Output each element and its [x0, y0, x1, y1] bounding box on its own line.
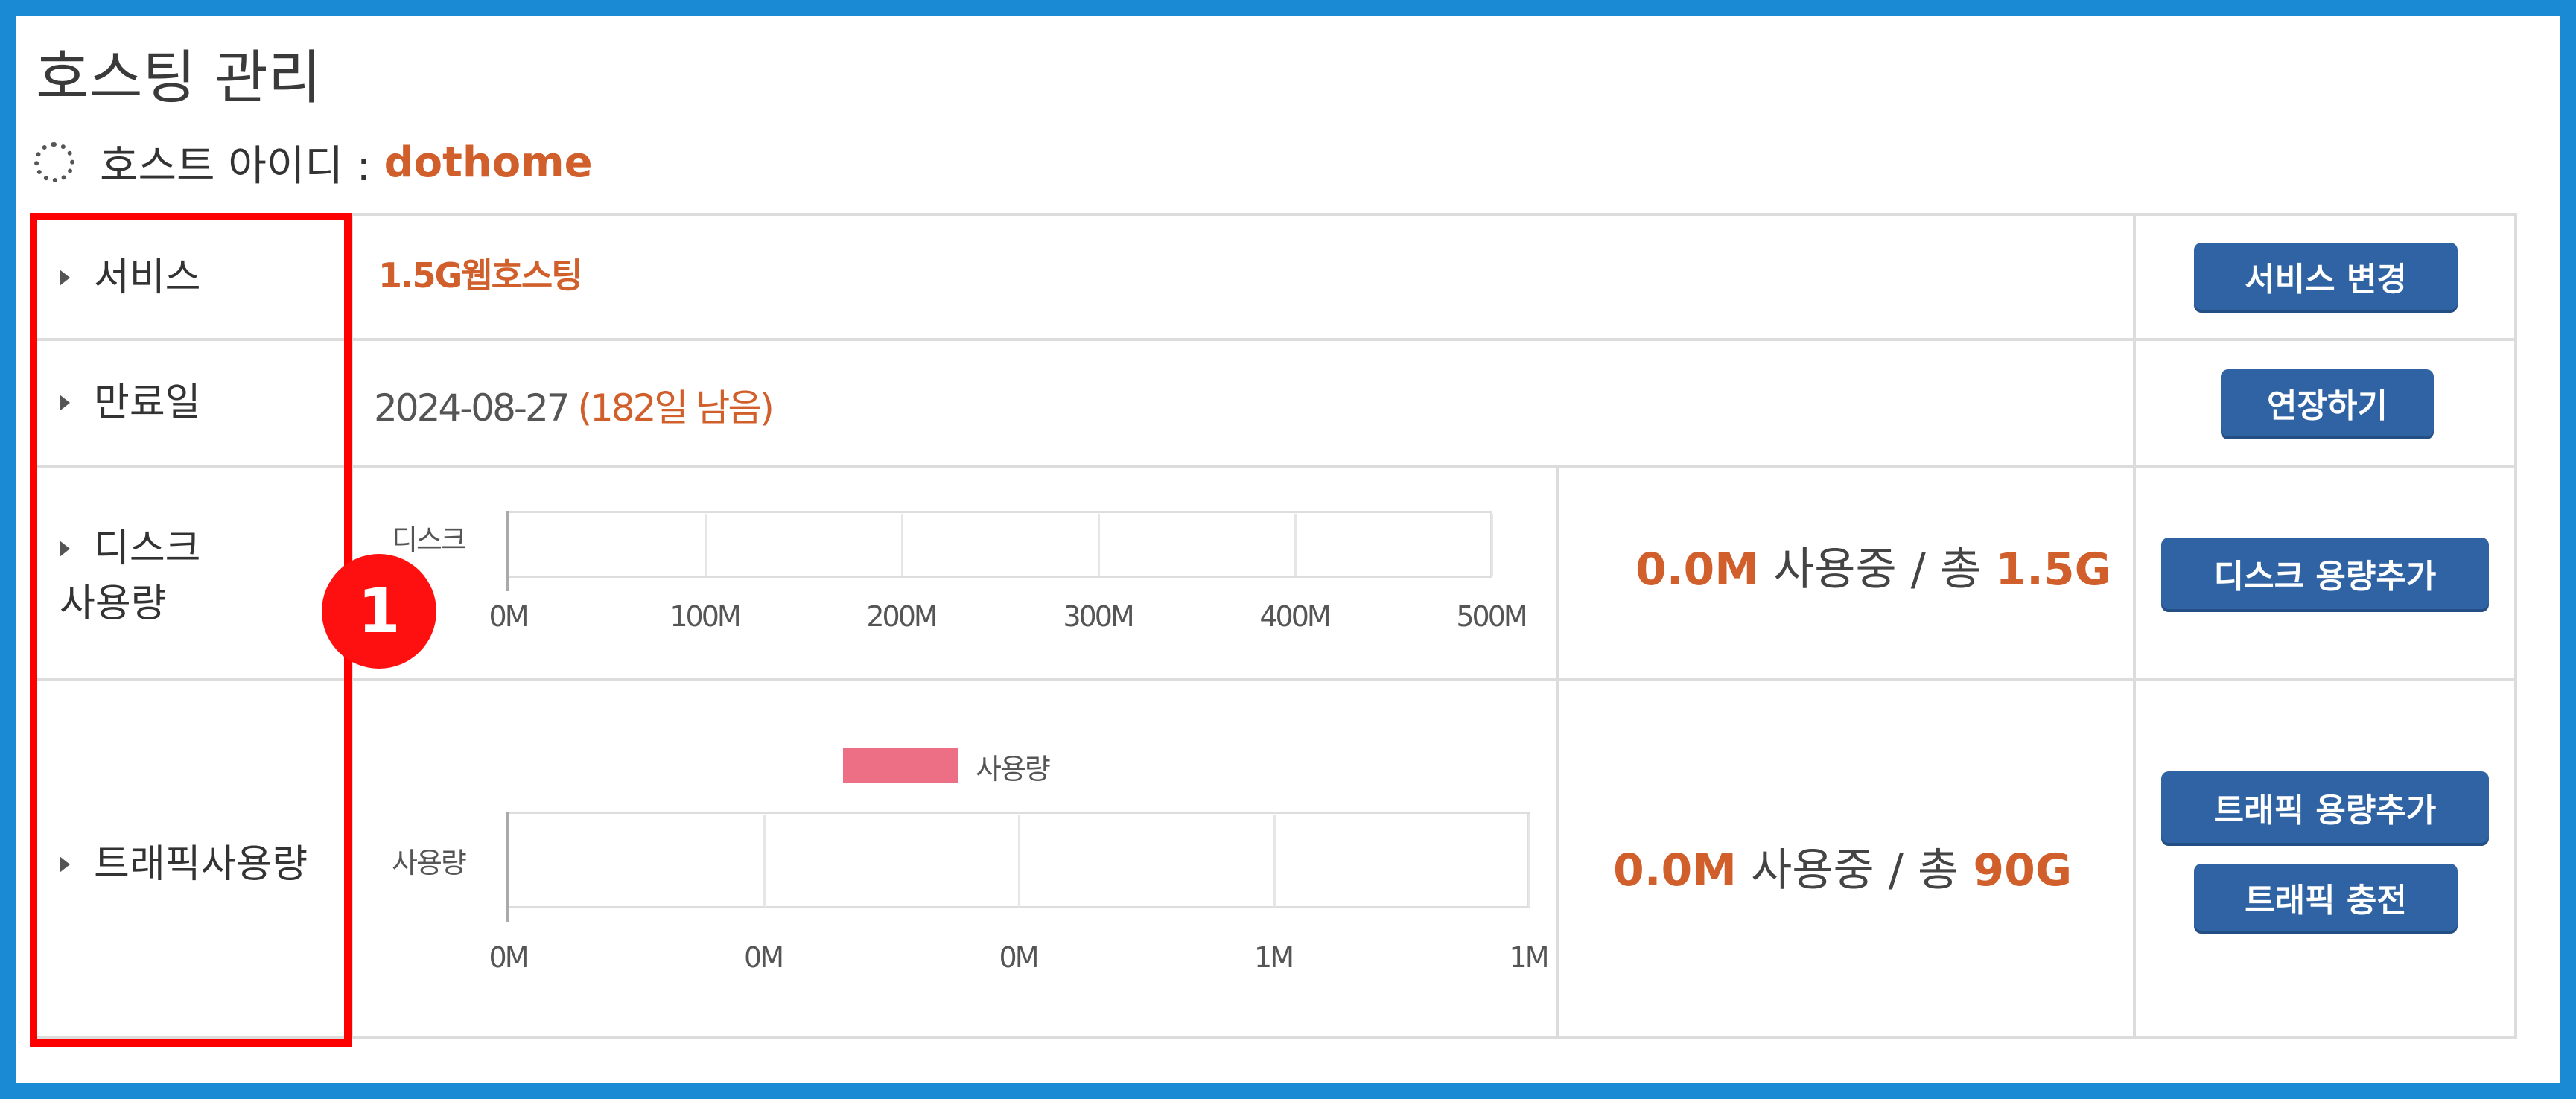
x-tick-label: 200M	[866, 600, 938, 633]
x-tick-label: 0M	[489, 941, 529, 974]
table-col-divider	[1556, 465, 1559, 1038]
charge-traffic-button[interactable]: 트래픽 충전	[2194, 864, 2458, 931]
add-disk-capacity-button[interactable]: 디스크 용량추가	[2161, 538, 2489, 609]
host-id-value: dothome	[384, 138, 593, 187]
expiry-date: 2024-08-27	[374, 386, 570, 430]
disk-total-value: 1.5G	[1995, 544, 2111, 596]
traffic-total-value: 90G	[1973, 844, 2073, 896]
page-title: 호스팅 관리	[36, 45, 322, 112]
x-tick-label: 500M	[1456, 600, 1527, 633]
traffic-used-text: 사용중 / 총	[1751, 844, 1959, 896]
traffic-used-value: 0.0M	[1613, 844, 1737, 896]
x-tick-label: 1M	[1254, 941, 1294, 974]
traffic-legend-label: 사용량	[976, 753, 1051, 786]
loading-icon	[34, 142, 74, 182]
expiry-remaining: (182일 남음)	[577, 386, 774, 430]
step-number-badge: 1	[322, 554, 436, 669]
table-border-top	[30, 213, 2517, 216]
chart-gridline	[1098, 514, 1100, 576]
add-traffic-capacity-button[interactable]: 트래픽 용량추가	[2161, 771, 2489, 843]
table-row-divider	[30, 338, 2517, 341]
chart-gridline	[901, 514, 903, 576]
chart-gridline	[1294, 514, 1297, 576]
table-col-divider	[2133, 213, 2136, 1039]
disk-chart-axis-line	[506, 511, 509, 591]
host-id-row: 호스트 아이디 : dothome	[34, 133, 593, 192]
disk-used-text: 사용중 / 총	[1773, 544, 1982, 596]
service-plan-value: 1.5G웹호스팅	[378, 255, 583, 296]
highlight-box	[30, 213, 352, 1047]
chart-gridline	[1491, 514, 1493, 576]
table-row-divider	[30, 678, 2517, 681]
disk-usage-summary: 0.0M 사용중 / 총 1.5G	[1635, 533, 2111, 598]
x-tick-label: 100M	[670, 600, 741, 633]
traffic-legend-swatch	[843, 748, 958, 783]
disk-used-value: 0.0M	[1635, 544, 1759, 596]
change-service-button[interactable]: 서비스 변경	[2194, 243, 2458, 310]
extend-button[interactable]: 연장하기	[2221, 369, 2434, 436]
host-id-label: 호스트 아이디 :	[100, 141, 371, 191]
table-border-right	[2514, 213, 2517, 1039]
table-row-divider	[30, 465, 2517, 468]
x-tick-label: 1M	[1509, 941, 1550, 974]
disk-chart-plot-area	[506, 511, 1492, 578]
chart-gridline	[763, 815, 766, 907]
x-tick-label: 0M	[744, 941, 784, 974]
traffic-chart-axis-line	[506, 812, 509, 922]
x-tick-label: 300M	[1063, 600, 1134, 633]
traffic-usage-summary: 0.0M 사용중 / 총 90G	[1613, 834, 2072, 899]
chart-gridline	[705, 514, 707, 576]
disk-chart-category-label: 디스크	[392, 523, 467, 556]
chart-gridline	[1528, 815, 1530, 907]
x-tick-label: 0M	[999, 941, 1040, 974]
traffic-chart-category-label: 사용량	[392, 847, 467, 879]
x-tick-label: 400M	[1259, 600, 1331, 633]
expiry-value: 2024-08-27 (182일 남음)	[374, 378, 775, 432]
table-border-bottom	[30, 1036, 2517, 1039]
chart-gridline	[1273, 815, 1276, 907]
x-tick-label: 0M	[489, 600, 529, 633]
chart-gridline	[1018, 815, 1020, 907]
